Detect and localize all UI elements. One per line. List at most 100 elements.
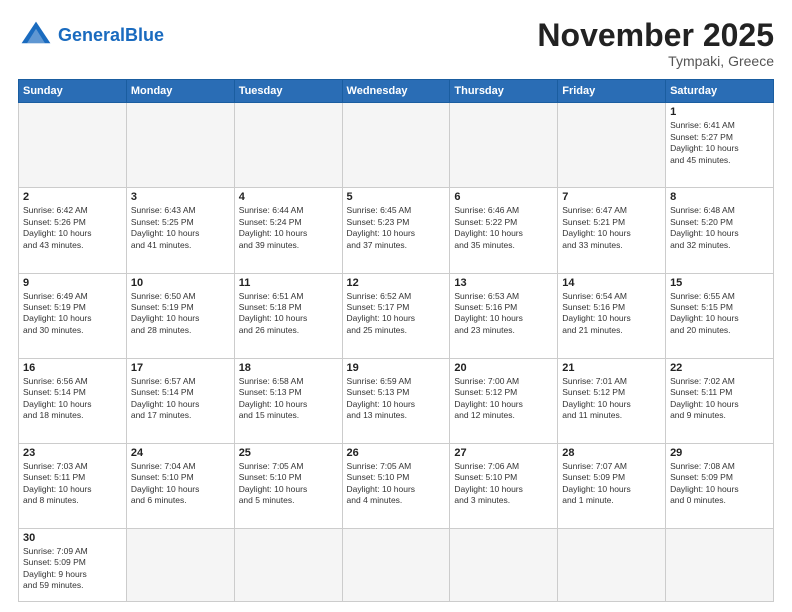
day-number: 30 [23, 532, 122, 544]
day-info: Sunrise: 6:50 AM Sunset: 5:19 PM Dayligh… [131, 291, 230, 337]
day-info: Sunrise: 7:03 AM Sunset: 5:11 PM Dayligh… [23, 461, 122, 507]
day-number: 12 [347, 277, 446, 289]
weekday-monday: Monday [126, 80, 234, 103]
calendar-cell [342, 103, 450, 188]
day-info: Sunrise: 6:54 AM Sunset: 5:16 PM Dayligh… [562, 291, 661, 337]
day-number: 18 [239, 362, 338, 374]
day-number: 2 [23, 191, 122, 203]
calendar-cell: 29Sunrise: 7:08 AM Sunset: 5:09 PM Dayli… [666, 443, 774, 528]
day-info: Sunrise: 7:01 AM Sunset: 5:12 PM Dayligh… [562, 376, 661, 422]
day-number: 23 [23, 447, 122, 459]
month-title: November 2025 [537, 18, 774, 53]
day-info: Sunrise: 7:07 AM Sunset: 5:09 PM Dayligh… [562, 461, 661, 507]
day-number: 28 [562, 447, 661, 459]
day-number: 24 [131, 447, 230, 459]
day-number: 22 [670, 362, 769, 374]
day-number: 14 [562, 277, 661, 289]
day-number: 9 [23, 277, 122, 289]
calendar-cell: 22 Sunrise: 7:02 AM Sunset: 5:11 PM Dayli… [666, 358, 774, 443]
calendar-cell: 16 Sunrise: 6:56 AM Sunset: 5:14 PM Dayli… [19, 358, 127, 443]
calendar-cell: 20Sunrise: 7:00 AM Sunset: 5:12 PM Dayli… [450, 358, 558, 443]
calendar-cell: 21Sunrise: 7:01 AM Sunset: 5:12 PM Dayli… [558, 358, 666, 443]
day-info: Sunrise: 6:57 AM Sunset: 5:14 PM Dayligh… [131, 376, 230, 422]
day-number: 27 [454, 447, 553, 459]
day-info: Sunrise: 6:56 AM Sunset: 5:14 PM Dayligh… [23, 376, 122, 422]
day-info: Sunrise: 6:46 AM Sunset: 5:22 PM Dayligh… [454, 205, 553, 251]
day-number: 6 [454, 191, 553, 203]
header: GeneralBlue November 2025 Tympaki, Greec… [18, 18, 774, 69]
calendar-cell: 8Sunrise: 6:48 AM Sunset: 5:20 PM Daylig… [666, 188, 774, 273]
calendar-cell: 14 Sunrise: 6:54 AM Sunset: 5:16 PM Dayli… [558, 273, 666, 358]
logo-text: GeneralBlue [58, 26, 164, 46]
day-info: Sunrise: 6:47 AM Sunset: 5:21 PM Dayligh… [562, 205, 661, 251]
calendar-cell: 30 Sunrise: 7:09 AM Sunset: 5:09 PM Dayli… [19, 528, 127, 601]
day-info: Sunrise: 6:49 AM Sunset: 5:19 PM Dayligh… [23, 291, 122, 337]
day-number: 3 [131, 191, 230, 203]
calendar-cell: 25Sunrise: 7:05 AM Sunset: 5:10 PM Dayli… [234, 443, 342, 528]
calendar-cell [126, 103, 234, 188]
weekday-wednesday: Wednesday [342, 80, 450, 103]
calendar-cell: 4Sunrise: 6:44 AM Sunset: 5:24 PM Daylig… [234, 188, 342, 273]
day-info: Sunrise: 6:58 AM Sunset: 5:13 PM Dayligh… [239, 376, 338, 422]
day-info: Sunrise: 6:52 AM Sunset: 5:17 PM Dayligh… [347, 291, 446, 337]
calendar-week-4: 23 Sunrise: 7:03 AM Sunset: 5:11 PM Dayli… [19, 443, 774, 528]
day-info: Sunrise: 7:02 AM Sunset: 5:11 PM Dayligh… [670, 376, 769, 422]
day-info: Sunrise: 6:42 AM Sunset: 5:26 PM Dayligh… [23, 205, 122, 251]
calendar-cell [666, 528, 774, 601]
day-number: 16 [23, 362, 122, 374]
day-number: 10 [131, 277, 230, 289]
calendar-cell: 9 Sunrise: 6:49 AM Sunset: 5:19 PM Daylig… [19, 273, 127, 358]
calendar-cell: 18 Sunrise: 6:58 AM Sunset: 5:13 PM Dayli… [234, 358, 342, 443]
location: Tympaki, Greece [537, 53, 774, 69]
logo-blue: Blue [125, 25, 164, 45]
day-info: Sunrise: 6:48 AM Sunset: 5:20 PM Dayligh… [670, 205, 769, 251]
weekday-thursday: Thursday [450, 80, 558, 103]
day-info: Sunrise: 7:05 AM Sunset: 5:10 PM Dayligh… [347, 461, 446, 507]
calendar-cell: 27 Sunrise: 7:06 AM Sunset: 5:10 PM Dayli… [450, 443, 558, 528]
day-number: 17 [131, 362, 230, 374]
calendar-cell: 11Sunrise: 6:51 AM Sunset: 5:18 PM Dayli… [234, 273, 342, 358]
calendar-cell [450, 528, 558, 601]
calendar-cell: 10 Sunrise: 6:50 AM Sunset: 5:19 PM Dayli… [126, 273, 234, 358]
calendar-cell: 5Sunrise: 6:45 AM Sunset: 5:23 PM Daylig… [342, 188, 450, 273]
day-info: Sunrise: 7:09 AM Sunset: 5:09 PM Dayligh… [23, 546, 122, 592]
calendar-cell: 6 Sunrise: 6:46 AM Sunset: 5:22 PM Daylig… [450, 188, 558, 273]
calendar-cell: 13 Sunrise: 6:53 AM Sunset: 5:16 PM Dayli… [450, 273, 558, 358]
day-info: Sunrise: 7:05 AM Sunset: 5:10 PM Dayligh… [239, 461, 338, 507]
calendar-cell [558, 528, 666, 601]
calendar-week-3: 16 Sunrise: 6:56 AM Sunset: 5:14 PM Dayli… [19, 358, 774, 443]
calendar-cell: 24Sunrise: 7:04 AM Sunset: 5:10 PM Dayli… [126, 443, 234, 528]
calendar-cell: 15Sunrise: 6:55 AM Sunset: 5:15 PM Dayli… [666, 273, 774, 358]
day-info: Sunrise: 7:08 AM Sunset: 5:09 PM Dayligh… [670, 461, 769, 507]
day-number: 15 [670, 277, 769, 289]
weekday-friday: Friday [558, 80, 666, 103]
calendar-cell: 12 Sunrise: 6:52 AM Sunset: 5:17 PM Dayli… [342, 273, 450, 358]
calendar-cell [234, 103, 342, 188]
calendar-week-1: 2 Sunrise: 6:42 AM Sunset: 5:26 PM Daylig… [19, 188, 774, 273]
logo-icon [18, 18, 54, 54]
day-number: 26 [347, 447, 446, 459]
calendar-header: SundayMondayTuesdayWednesdayThursdayFrid… [19, 80, 774, 103]
day-number: 4 [239, 191, 338, 203]
day-info: Sunrise: 7:06 AM Sunset: 5:10 PM Dayligh… [454, 461, 553, 507]
weekday-sunday: Sunday [19, 80, 127, 103]
calendar-cell: 3 Sunrise: 6:43 AM Sunset: 5:25 PM Daylig… [126, 188, 234, 273]
day-number: 19 [347, 362, 446, 374]
day-number: 20 [454, 362, 553, 374]
day-number: 5 [347, 191, 446, 203]
weekday-saturday: Saturday [666, 80, 774, 103]
day-info: Sunrise: 6:53 AM Sunset: 5:16 PM Dayligh… [454, 291, 553, 337]
calendar-cell [126, 528, 234, 601]
calendar-week-2: 9 Sunrise: 6:49 AM Sunset: 5:19 PM Daylig… [19, 273, 774, 358]
day-number: 1 [670, 106, 769, 118]
day-number: 7 [562, 191, 661, 203]
calendar-cell: 19Sunrise: 6:59 AM Sunset: 5:13 PM Dayli… [342, 358, 450, 443]
calendar-page: GeneralBlue November 2025 Tympaki, Greec… [0, 0, 792, 612]
calendar-cell: 1Sunrise: 6:41 AM Sunset: 5:27 PM Daylig… [666, 103, 774, 188]
logo: GeneralBlue [18, 18, 164, 54]
day-info: Sunrise: 6:51 AM Sunset: 5:18 PM Dayligh… [239, 291, 338, 337]
calendar-cell: 28 Sunrise: 7:07 AM Sunset: 5:09 PM Dayli… [558, 443, 666, 528]
day-info: Sunrise: 6:43 AM Sunset: 5:25 PM Dayligh… [131, 205, 230, 251]
day-number: 13 [454, 277, 553, 289]
calendar-cell [19, 103, 127, 188]
